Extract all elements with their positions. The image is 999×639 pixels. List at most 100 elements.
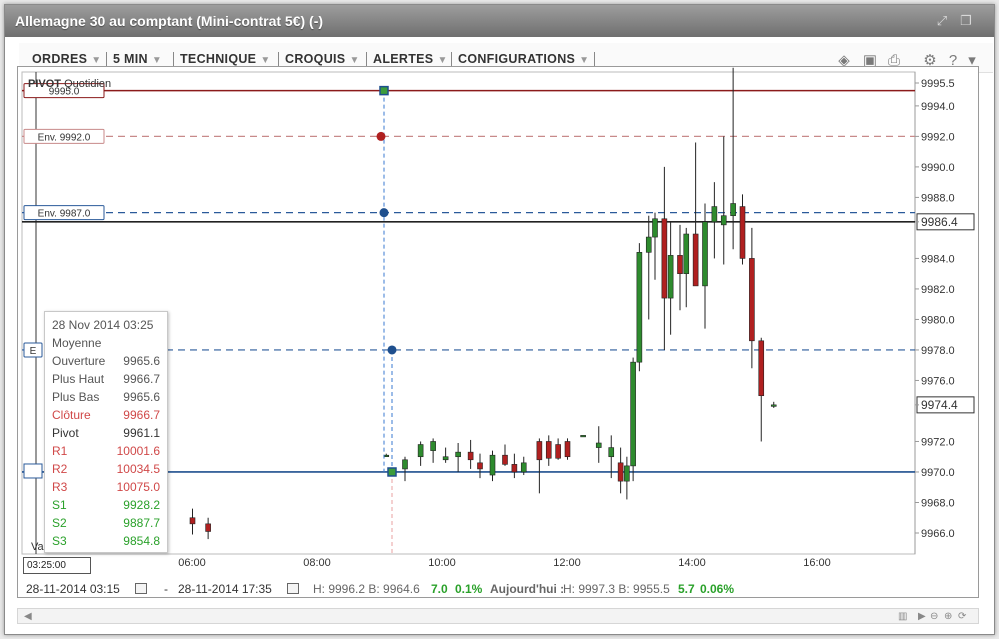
tooltip-row-label: S1 <box>52 498 67 512</box>
candle-body <box>758 340 765 397</box>
candle-body <box>477 462 483 470</box>
x-tick-label: 08:00 <box>303 557 331 569</box>
tooltip-row: S1 9928.2 <box>52 498 160 514</box>
crosshair-time-field[interactable]: 03:25:00 <box>23 557 91 574</box>
candle-body <box>595 442 602 448</box>
candle-body <box>624 465 630 482</box>
candle-body <box>617 462 624 482</box>
calendar-icon[interactable] <box>287 583 299 594</box>
period-change-pct: 0.1% <box>455 582 483 596</box>
x-axis: 06:00 08:00 10:00 12:00 14:00 16:00 <box>178 557 831 569</box>
tooltip-row-label: R2 <box>52 462 68 476</box>
candle-body <box>545 441 552 459</box>
tooltip-row: Pivot 9961.1 <box>52 426 160 442</box>
candle-body <box>652 218 658 238</box>
tooltip-row-value: 10034.5 <box>116 462 160 476</box>
zoom-out-icon[interactable]: ⊖ <box>930 611 938 622</box>
candles <box>189 67 777 540</box>
tooltip-row-value: 10001.6 <box>116 444 160 458</box>
candle-body <box>467 451 474 461</box>
tooltip-row: R1 10001.6 <box>52 444 160 460</box>
y-tick-label: 9972.0 <box>921 436 955 448</box>
tooltip-row: Plus Haut 9966.7 <box>52 372 160 388</box>
x-tick-label: 10:00 <box>428 557 456 569</box>
range-dash: - <box>164 582 168 596</box>
y-tick-label: 9976.0 <box>921 375 955 387</box>
horizontal-scrollbar[interactable]: ◀ ▥ ▶ ⊖ ⊕ ⟳ <box>17 608 979 624</box>
y-tick-label: 9995.5 <box>921 78 955 90</box>
range-to: 28-11-2014 17:35 <box>178 582 272 596</box>
range-from: 28-11-2014 03:15 <box>26 582 120 596</box>
period-range: H: 9996.2 B: 9964.6 <box>313 582 420 596</box>
tooltip-row-label: Plus Bas <box>52 390 100 404</box>
price-line-label: E <box>30 346 37 357</box>
tooltip-row-value: 9887.7 <box>123 516 160 530</box>
tooltip-subtitle: Moyenne <box>52 336 102 350</box>
data-tooltip: 28 Nov 2014 03:25 Moyenne Ouverture 9965.… <box>44 311 168 553</box>
y-tick-label: 9978.0 <box>921 345 955 357</box>
drawing-handle <box>379 208 389 218</box>
x-tick-label: 12:00 <box>553 557 581 569</box>
tooltip-row-label: S3 <box>52 534 67 548</box>
tooltip-row: S2 9887.7 <box>52 516 160 532</box>
drawing-handle <box>379 85 389 96</box>
y-tick-label: 9982.0 <box>921 284 955 296</box>
candle-body <box>661 218 668 299</box>
period-change: 7.0 <box>431 582 448 596</box>
tooltip-row-value: 9961.1 <box>123 426 160 440</box>
candle-body <box>702 221 708 287</box>
candle-body <box>608 447 615 458</box>
today-label: Aujourd'hui : <box>490 582 565 596</box>
y-tick-label: 9990.0 <box>921 162 955 174</box>
candle-body <box>511 464 518 473</box>
y-axis: 9995.5 9994.0 9992.0 9990.0 9988.0 9986.4 9984… <box>915 78 975 540</box>
tooltip-row-label: S2 <box>52 516 67 530</box>
indicator-name: PIVOT <box>28 78 62 90</box>
tooltip-row: Clôture 9966.7 <box>52 408 160 424</box>
y-tick-label: 9980.0 <box>921 314 955 326</box>
y-tick-label: 9986.4 <box>921 215 958 229</box>
candle-body <box>564 441 571 458</box>
candle-body <box>402 459 408 470</box>
tooltip-date: 28 Nov 2014 03:25 <box>52 318 154 332</box>
y-tick-label: 9974.4 <box>921 398 958 412</box>
today-range: H: 9997.3 B: 9955.5 <box>563 582 670 596</box>
y-tick-label: 9984.0 <box>921 253 955 265</box>
candle-body <box>189 517 196 525</box>
candle-body <box>683 233 690 274</box>
candle-body <box>442 456 449 461</box>
candle-body <box>770 404 777 407</box>
tooltip-row-value: 9965.6 <box>123 354 160 368</box>
scroll-handle-icon[interactable]: ▥ <box>898 611 907 622</box>
tooltip-row-label: Ouverture <box>52 354 106 368</box>
tooltip-row-value: 10075.0 <box>116 480 160 494</box>
candle-body <box>636 252 643 363</box>
tooltip-row-value: 9854.8 <box>123 534 160 548</box>
zoom-in-icon[interactable]: ⊕ <box>944 611 952 622</box>
refresh-icon[interactable]: ⟳ <box>958 611 966 622</box>
candle-body <box>630 361 636 467</box>
candle-body <box>677 255 683 274</box>
candle-body <box>536 441 543 461</box>
candle-body <box>520 462 527 473</box>
scroll-left-icon[interactable]: ◀ <box>24 611 32 622</box>
candle-body <box>555 444 561 459</box>
y-tick-label: 9988.0 <box>921 192 955 204</box>
candle-body <box>455 451 461 458</box>
scroll-right-icon[interactable]: ▶ <box>918 611 926 622</box>
price-line-label: Env. 9987.0 <box>38 209 91 220</box>
drawing-markers <box>376 85 397 554</box>
candle-body <box>580 435 586 438</box>
x-tick-label: 14:00 <box>678 557 706 569</box>
stub-label: Va <box>31 541 44 553</box>
candle-body <box>720 215 727 226</box>
tooltip-row-label: R3 <box>52 480 68 494</box>
calendar-icon[interactable] <box>135 583 147 594</box>
tooltip-row-label: Plus Haut <box>52 372 105 386</box>
tooltip-row: R2 10034.5 <box>52 462 160 478</box>
drawing-handle <box>376 131 386 141</box>
candle-body <box>711 206 718 223</box>
x-tick-label: 06:00 <box>178 557 206 569</box>
candle-body <box>645 236 652 253</box>
drawing-handle <box>387 467 397 477</box>
